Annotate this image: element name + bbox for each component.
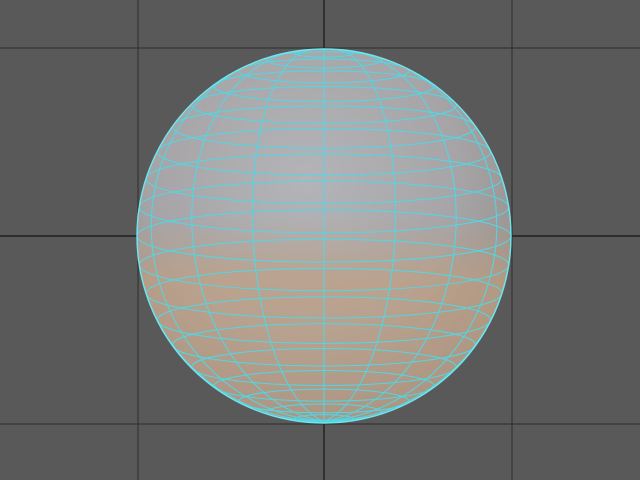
- viewport-canvas[interactable]: [0, 0, 640, 480]
- sphere-mesh[interactable]: [136, 48, 512, 424]
- 3d-viewport[interactable]: [0, 0, 640, 480]
